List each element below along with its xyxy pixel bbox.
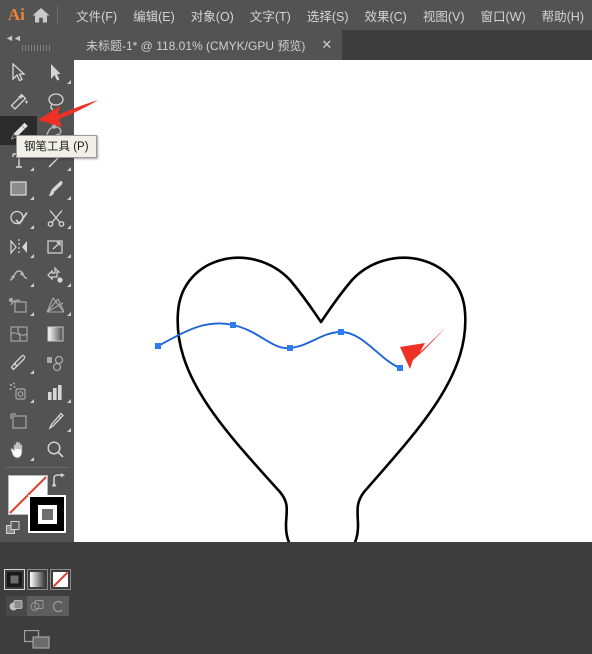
menu-help[interactable]: 帮助(H) <box>534 3 592 28</box>
tools-panel: ◄◄ <box>0 30 74 649</box>
toolbar-divider <box>6 467 68 468</box>
mesh-tool[interactable] <box>0 319 37 348</box>
home-icon[interactable] <box>29 6 54 24</box>
tool-more-indicator <box>67 225 71 229</box>
tool-more-indicator <box>30 167 34 171</box>
menu-type[interactable]: 文字(T) <box>242 3 299 28</box>
tool-more-indicator <box>67 283 71 287</box>
gradient-mode-button[interactable] <box>26 569 48 590</box>
menu-view[interactable]: 视图(V) <box>415 3 473 28</box>
tool-more-indicator <box>67 312 71 316</box>
draw-normal-button[interactable] <box>5 596 27 616</box>
document-tab[interactable]: 未标题-1* @ 118.01% (CMYK/GPU 预览) ✕ <box>74 30 343 60</box>
menu-file[interactable]: 文件(F) <box>68 3 125 28</box>
artboard-canvas[interactable] <box>74 60 592 542</box>
free-transform-tool[interactable] <box>37 261 74 290</box>
selected-blue-path[interactable] <box>157 322 401 369</box>
screen-mode-row <box>0 629 74 654</box>
perspective-grid-tool[interactable] <box>37 290 74 319</box>
gradient-tool[interactable] <box>37 319 74 348</box>
stroke-swatch[interactable] <box>28 495 66 533</box>
symbol-sprayer-tool[interactable] <box>0 377 37 406</box>
tool-more-indicator <box>67 254 71 258</box>
illustrator-window: Ai 文件(F) 编辑(E) 对象(O) 文字(T) 选择(S) 效果(C) 视… <box>0 0 592 649</box>
tool-more-indicator <box>30 225 34 229</box>
close-icon[interactable]: ✕ <box>321 37 332 53</box>
tool-more-indicator <box>67 167 71 171</box>
tool-more-indicator <box>67 196 71 200</box>
paintbrush-tool[interactable] <box>37 174 74 203</box>
menu-window[interactable]: 窗口(W) <box>473 3 534 28</box>
swap-fill-stroke-icon[interactable] <box>51 473 68 493</box>
panel-drag-handle[interactable] <box>22 45 52 51</box>
slice-tool[interactable] <box>37 406 74 435</box>
heart-shape[interactable] <box>176 256 467 542</box>
shaper-tool[interactable] <box>0 203 37 232</box>
document-tab-label: 未标题-1* @ 118.01% (CMYK/GPU 预览) <box>86 38 306 53</box>
anchor-point[interactable] <box>230 322 236 328</box>
tool-more-indicator <box>30 457 34 461</box>
scissors-tool[interactable] <box>37 203 74 232</box>
tool-more-indicator <box>30 283 34 287</box>
magic-wand-tool[interactable] <box>0 87 37 116</box>
rotate-tool[interactable] <box>0 232 37 261</box>
tool-grid <box>0 56 74 464</box>
draw-inside-button[interactable] <box>47 596 69 616</box>
tool-more-indicator <box>30 196 34 200</box>
artboard-tool[interactable] <box>0 406 37 435</box>
hand-tool[interactable] <box>0 435 37 464</box>
tool-more-indicator <box>67 399 71 403</box>
pen-tool-tooltip: 钢笔工具 (P) <box>16 135 97 158</box>
anchor-point[interactable] <box>155 343 161 349</box>
menu-select[interactable]: 选择(S) <box>299 3 357 28</box>
column-graph-tool[interactable] <box>37 377 74 406</box>
drawing-mode-row <box>0 596 74 616</box>
shape-builder-tool[interactable] <box>0 290 37 319</box>
tool-more-indicator <box>30 370 34 374</box>
none-mode-button[interactable] <box>49 569 71 590</box>
app-logo: Ai <box>7 5 25 24</box>
change-screen-mode-button[interactable] <box>23 629 50 654</box>
menu-edit[interactable]: 编辑(E) <box>125 3 183 28</box>
fill-stroke-controls <box>0 471 74 567</box>
zoom-tool[interactable] <box>37 435 74 464</box>
eyedropper-tool[interactable] <box>0 348 37 377</box>
selection-tool[interactable] <box>0 58 37 87</box>
tool-more-indicator <box>67 428 71 432</box>
menu-effect[interactable]: 效果(C) <box>356 3 414 28</box>
scale-tool[interactable] <box>37 232 74 261</box>
default-fill-stroke-icon[interactable] <box>6 521 21 541</box>
width-tool[interactable] <box>0 261 37 290</box>
lasso-tool[interactable] <box>37 87 74 116</box>
anchor-point[interactable] <box>338 329 344 335</box>
tool-more-indicator <box>67 80 71 84</box>
artwork-svg <box>155 256 467 542</box>
menu-item-list: 文件(F) 编辑(E) 对象(O) 文字(T) 选择(S) 效果(C) 视图(V… <box>68 3 592 28</box>
stroke-swatch-inner <box>37 504 57 524</box>
blend-tool[interactable] <box>37 348 74 377</box>
tool-more-indicator <box>30 312 34 316</box>
tools-panel-header: ◄◄ <box>0 30 74 56</box>
menu-divider <box>57 5 59 25</box>
tool-more-indicator <box>30 399 34 403</box>
direct-selection-tool[interactable] <box>37 58 74 87</box>
anchor-point[interactable] <box>287 345 293 351</box>
color-mode-row <box>0 569 74 590</box>
color-mode-button[interactable] <box>3 569 25 590</box>
anchor-point[interactable] <box>397 365 403 371</box>
draw-behind-button[interactable] <box>26 596 48 616</box>
menu-object[interactable]: 对象(O) <box>183 3 242 28</box>
tool-more-indicator <box>30 254 34 258</box>
document-tab-bar: 未标题-1* @ 118.01% (CMYK/GPU 预览) ✕ <box>0 30 592 60</box>
menu-bar: Ai 文件(F) 编辑(E) 对象(O) 文字(T) 选择(S) 效果(C) 视… <box>0 0 592 30</box>
collapse-panel-icon[interactable]: ◄◄ <box>5 33 22 43</box>
rectangle-tool[interactable] <box>0 174 37 203</box>
